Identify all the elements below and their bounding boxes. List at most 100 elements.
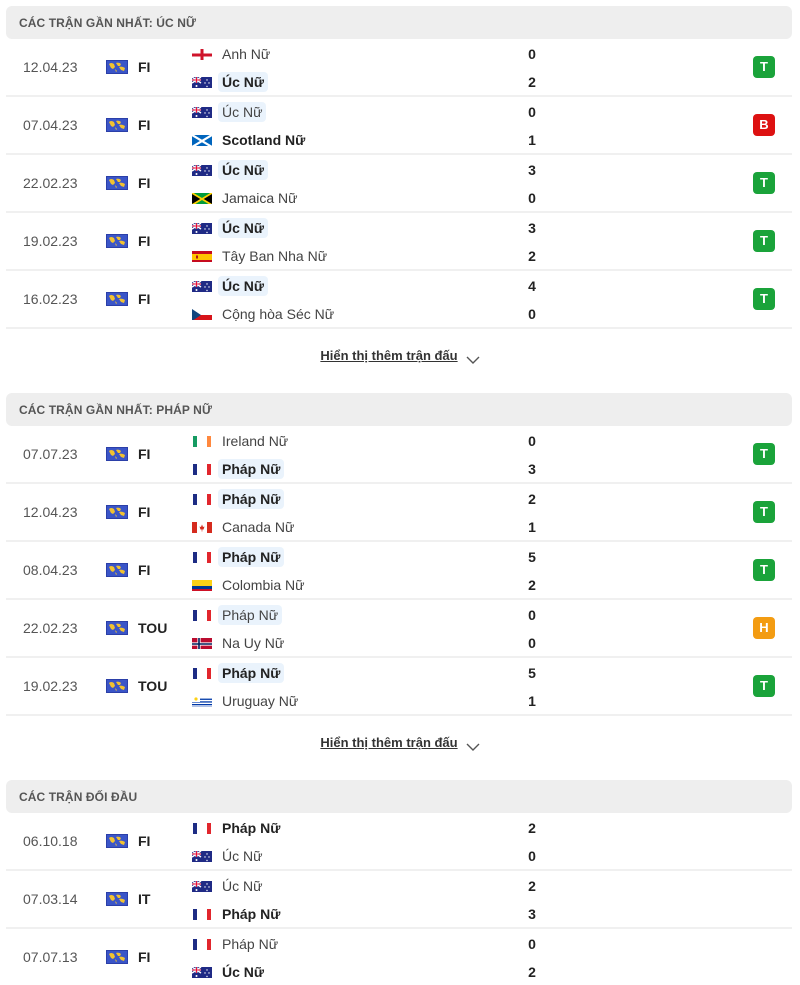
away-team-name: Úc Nữ	[218, 72, 269, 92]
match-date: 08.04.23	[23, 562, 78, 578]
match-row[interactable]: 22.02.23 FI Úc Nữ 3 Jamaica Nữ 0 T	[6, 155, 792, 213]
home-team[interactable]: Pháp Nữ	[192, 661, 285, 685]
france-flag-icon	[192, 822, 212, 834]
show-more-row: Hiển thị thêm trận đấu	[0, 329, 800, 381]
away-team[interactable]: Úc Nữ	[192, 844, 266, 868]
match-date: 07.07.23	[23, 446, 78, 462]
home-team-name: Pháp Nữ	[218, 489, 285, 509]
home-team[interactable]: Pháp Nữ	[192, 816, 284, 840]
show-more-link[interactable]: Hiển thị thêm trận đấu	[320, 735, 457, 750]
australia-flag-icon	[192, 76, 212, 88]
competition-icon	[106, 892, 128, 906]
match-date: 19.02.23	[23, 233, 78, 249]
match-row[interactable]: 07.07.23 FI Ireland Nữ 0 Pháp Nữ 3 T	[6, 426, 792, 484]
section-header: CÁC TRẬN GẦN NHẤT: ÚC NỮ	[6, 6, 792, 39]
away-team[interactable]: Na Uy Nữ	[192, 631, 288, 655]
competition-code: TOU	[138, 678, 168, 694]
home-score: 0	[528, 433, 536, 449]
away-team[interactable]: Jamaica Nữ	[192, 186, 302, 210]
away-team[interactable]: Colombia Nữ	[192, 573, 309, 597]
competition-icon	[106, 834, 128, 848]
home-team-name: Pháp Nữ	[222, 820, 281, 836]
home-score: 2	[528, 820, 536, 836]
away-team-name: Cộng hòa Séc Nữ	[222, 306, 335, 322]
away-team[interactable]: Úc Nữ	[192, 960, 268, 984]
section-1: CÁC TRẬN GẦN NHẤT: PHÁP NỮ 07.07.23 FI Irel…	[0, 381, 800, 768]
match-row[interactable]: 06.10.18 FI Pháp Nữ 2 Úc Nữ 0	[6, 813, 792, 871]
away-team[interactable]: Pháp Nữ	[192, 902, 284, 926]
match-row[interactable]: 12.04.23 FI Pháp Nữ 2 Canada Nữ 1 T	[6, 484, 792, 542]
home-team[interactable]: Pháp Nữ	[192, 603, 283, 627]
match-row[interactable]: 19.02.23 FI Úc Nữ 3 Tây Ban Nha Nữ 2 T	[6, 213, 792, 271]
match-row[interactable]: 16.02.23 FI Úc Nữ 4 Cộng hòa Séc Nữ 0 T	[6, 271, 792, 329]
home-team[interactable]: Pháp Nữ	[192, 545, 285, 569]
france-flag-icon	[192, 908, 212, 920]
home-score: 0	[528, 104, 536, 120]
match-row[interactable]: 07.07.13 FI Pháp Nữ 0 Úc Nữ 2	[6, 929, 792, 985]
away-team[interactable]: Cộng hòa Séc Nữ	[192, 302, 338, 326]
home-score: 0	[528, 607, 536, 623]
match-row[interactable]: 07.04.23 FI Úc Nữ 0 Scotland Nữ 1 B	[6, 97, 792, 155]
match-row[interactable]: 22.02.23 TOU Pháp Nữ 0 Na Uy Nữ 0 H	[6, 600, 792, 658]
away-team[interactable]: Úc Nữ	[192, 70, 269, 94]
jamaica-flag-icon	[192, 192, 212, 204]
chevron-down-icon[interactable]	[466, 351, 480, 364]
home-team[interactable]: Úc Nữ	[192, 274, 269, 298]
show-more-link[interactable]: Hiển thị thêm trận đấu	[320, 348, 457, 363]
home-team[interactable]: Úc Nữ	[192, 158, 269, 182]
competition-icon	[106, 60, 128, 74]
competition-icon	[106, 292, 128, 306]
match-row[interactable]: 08.04.23 FI Pháp Nữ 5 Colombia Nữ 2 T	[6, 542, 792, 600]
result-badge-draw: H	[753, 617, 775, 639]
match-date: 12.04.23	[23, 59, 78, 75]
away-team-name: Canada Nữ	[222, 519, 295, 535]
home-score: 0	[528, 46, 536, 62]
match-date: 19.02.23	[23, 678, 78, 694]
competition-code: FI	[138, 504, 151, 520]
australia-flag-icon	[192, 966, 212, 978]
home-score: 3	[528, 162, 536, 178]
match-date: 22.02.23	[23, 175, 78, 191]
result-badge-win: T	[753, 230, 775, 252]
home-team[interactable]: Úc Nữ	[192, 874, 266, 898]
competition-code: FI	[138, 59, 151, 75]
home-team-name: Úc Nữ	[218, 102, 267, 122]
home-team[interactable]: Úc Nữ	[192, 100, 267, 124]
home-score: 5	[528, 665, 536, 681]
competition-icon	[106, 621, 128, 635]
home-team[interactable]: Pháp Nữ	[192, 487, 285, 511]
result-badge-win: T	[753, 559, 775, 581]
section-0: CÁC TRẬN GẦN NHẤT: ÚC NỮ 12.04.23 FI Anh Nữ…	[0, 6, 800, 381]
match-date: 07.04.23	[23, 117, 78, 133]
home-score: 4	[528, 278, 536, 294]
result-badge-loss: B	[753, 114, 775, 136]
competition-icon	[106, 234, 128, 248]
home-team[interactable]: Ireland Nữ	[192, 429, 292, 453]
scotland-flag-icon	[192, 134, 212, 146]
home-team[interactable]: Úc Nữ	[192, 216, 269, 240]
home-team-name: Úc Nữ	[218, 218, 269, 238]
match-row[interactable]: 12.04.23 FI Anh Nữ 0 Úc Nữ 2 T	[6, 39, 792, 97]
match-row[interactable]: 19.02.23 TOU Pháp Nữ 5 Uruguay Nữ 1 T	[6, 658, 792, 716]
chevron-down-icon[interactable]	[466, 738, 480, 751]
ireland-flag-icon	[192, 435, 212, 447]
away-team[interactable]: Pháp Nữ	[192, 457, 285, 481]
canada-flag-icon	[192, 521, 212, 533]
home-team-name: Úc Nữ	[218, 160, 269, 180]
home-team[interactable]: Pháp Nữ	[192, 932, 282, 956]
france-flag-icon	[192, 551, 212, 563]
away-team[interactable]: Tây Ban Nha Nữ	[192, 244, 331, 268]
norway-flag-icon	[192, 637, 212, 649]
result-badge-win: T	[753, 172, 775, 194]
away-team[interactable]: Uruguay Nữ	[192, 689, 302, 713]
away-team[interactable]: Canada Nữ	[192, 515, 298, 539]
away-team[interactable]: Scotland Nữ	[192, 128, 309, 152]
match-row[interactable]: 07.03.14 IT Úc Nữ 2 Pháp Nữ 3	[6, 871, 792, 929]
home-team[interactable]: Anh Nữ	[192, 42, 274, 66]
england-flag-icon	[192, 48, 212, 60]
away-score: 0	[528, 635, 536, 651]
section-header: CÁC TRẬN GẦN NHẤT: PHÁP NỮ	[6, 393, 792, 426]
away-team-name: Pháp Nữ	[222, 906, 281, 922]
away-score: 1	[528, 693, 536, 709]
